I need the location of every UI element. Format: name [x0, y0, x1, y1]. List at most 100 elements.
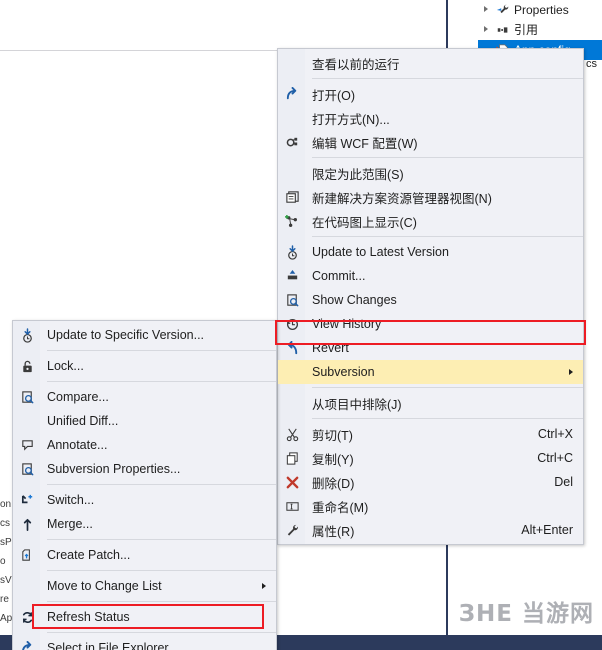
menu-item-label: Commit...: [312, 269, 366, 283]
menu-item-edit-wcf-config[interactable]: 编辑 WCF 配置(W): [278, 130, 583, 154]
switch-icon: [19, 492, 35, 508]
lock-icon: [19, 358, 35, 374]
menu-item-label: 打开(O): [312, 88, 356, 103]
menu-item-label: Update to Latest Version: [312, 245, 449, 259]
menu-item-label: Move to Change List: [47, 579, 162, 593]
file-explorer-icon: [19, 640, 35, 650]
menu-item-label: Create Patch...: [47, 548, 131, 562]
menu-item-label: Show Changes: [312, 293, 397, 307]
menu-item-view-history[interactable]: View History: [278, 312, 583, 336]
menu-separator: [312, 78, 583, 79]
solution-explorer-right-fragment: cs: [586, 58, 597, 70]
edge-fragment: o: [0, 556, 6, 567]
menu-item-label: Revert: [312, 341, 349, 355]
menu-separator: [312, 157, 583, 158]
annotate-icon: [19, 437, 35, 453]
properties-wrench-icon: [284, 522, 300, 538]
menu-item-scope-to-this[interactable]: 限定为此范围(S): [278, 161, 583, 185]
edge-fragment: sP: [0, 537, 12, 548]
menu-item-label: Subversion: [312, 365, 375, 379]
edge-fragment: sV: [0, 575, 12, 586]
subversion-submenu[interactable]: Update to Specific Version... Lock... Co…: [12, 320, 277, 650]
menu-item-label: 新建解决方案资源管理器视图(N): [312, 191, 492, 206]
menu-item-new-solution-explorer-view[interactable]: 新建解决方案资源管理器视图(N): [278, 185, 583, 209]
menu-item-cut[interactable]: 剪切(T) Ctrl+X: [278, 422, 583, 446]
menu-item-open-with[interactable]: 打开方式(N)...: [278, 106, 583, 130]
menu-item-label: Subversion Properties...: [47, 462, 181, 476]
menu-item-label: View History: [312, 317, 382, 331]
menu-item-refresh-status[interactable]: Refresh Status: [13, 605, 276, 629]
menu-item-create-patch[interactable]: Create Patch...: [13, 543, 276, 567]
menu-item-label: 剪切(T): [312, 428, 353, 443]
chevron-right-icon[interactable]: [484, 6, 488, 12]
svn-commit-icon: [284, 268, 300, 284]
references-icon: [496, 23, 510, 37]
menu-item-label: Update to Specific Version...: [47, 328, 205, 342]
sol-label: 引用: [514, 23, 539, 37]
menu-item-shortcut: Alt+Enter: [521, 523, 573, 537]
svn-update-icon: [284, 244, 300, 260]
menu-item-label: Annotate...: [47, 438, 108, 452]
menu-item-label: 编辑 WCF 配置(W): [312, 136, 418, 151]
menu-item-commit[interactable]: Commit...: [278, 264, 583, 288]
menu-separator: [47, 570, 276, 571]
menu-item-shortcut: Ctrl+C: [537, 451, 573, 465]
menu-separator: [47, 632, 276, 633]
create-patch-icon: [19, 547, 35, 563]
menu-item-show-on-code-map[interactable]: 在代码图上显示(C): [278, 209, 583, 233]
menu-item-update-to-specific-version[interactable]: Update to Specific Version...: [13, 323, 276, 347]
copy-icon: [284, 450, 300, 466]
watermark: ЗHE 当游网: [458, 601, 594, 627]
edge-fragment: cs: [0, 518, 10, 529]
menu-item-select-in-file-explorer[interactable]: Select in File Explorer: [13, 636, 276, 650]
menu-item-label: 重命名(M): [312, 500, 369, 515]
chevron-right-icon[interactable]: [484, 26, 488, 32]
menu-item-label: Unified Diff...: [47, 414, 119, 428]
solution-explorer-context-menu[interactable]: 查看以前的运行 打开(O) 打开方式(N)... 编辑 WCF 配置(W) 限定…: [277, 48, 584, 545]
menu-item-label: 从项目中排除(J): [312, 397, 402, 412]
chevron-right-icon: [569, 369, 573, 375]
screen-root: Properties 引用 App.config cs: [0, 0, 602, 650]
menu-item-open[interactable]: 打开(O): [278, 82, 583, 106]
menu-item-delete[interactable]: 删除(D) Del: [278, 470, 583, 494]
menu-item-rename[interactable]: 重命名(M): [278, 494, 583, 518]
menu-item-label: Lock...: [47, 359, 84, 373]
menu-separator: [47, 381, 276, 382]
merge-icon: [19, 516, 35, 532]
cut-icon: [284, 426, 300, 442]
menu-item-subversion-properties[interactable]: Subversion Properties...: [13, 457, 276, 481]
sol-row-references[interactable]: 引用: [478, 20, 602, 40]
menu-item-unified-diff[interactable]: Unified Diff...: [13, 409, 276, 433]
menu-item-update-to-latest-version[interactable]: Update to Latest Version: [278, 240, 583, 264]
menu-item-shortcut: Del: [554, 475, 573, 489]
menu-item-merge[interactable]: Merge...: [13, 512, 276, 536]
edge-fragment: on: [0, 499, 12, 510]
menu-item-switch[interactable]: Switch...: [13, 488, 276, 512]
menu-item-label: 属性(R): [312, 524, 355, 539]
menu-item-compare[interactable]: Compare...: [13, 385, 276, 409]
menu-item-lock[interactable]: Lock...: [13, 354, 276, 378]
sol-label: Properties: [514, 3, 569, 17]
menu-item-annotate[interactable]: Annotate...: [13, 433, 276, 457]
edge-fragment: Ap: [0, 613, 12, 624]
sol-row-properties[interactable]: Properties: [478, 0, 602, 20]
menu-separator: [312, 236, 583, 237]
menu-item-revert[interactable]: Revert: [278, 336, 583, 360]
menu-item-copy[interactable]: 复制(Y) Ctrl+C: [278, 446, 583, 470]
edge-fragment: re: [0, 594, 9, 605]
delete-icon: [284, 474, 300, 490]
menu-item-subversion[interactable]: Subversion: [278, 360, 583, 384]
menu-item-show-changes[interactable]: Show Changes: [278, 288, 583, 312]
menu-item-properties[interactable]: 属性(R) Alt+Enter: [278, 518, 583, 542]
svn-update-specific-icon: [19, 327, 35, 343]
menu-separator: [47, 601, 276, 602]
menu-separator: [312, 418, 583, 419]
menu-item-move-to-change-list[interactable]: Move to Change List: [13, 574, 276, 598]
menu-item-label: 复制(Y): [312, 452, 354, 467]
menu-item-exclude-from-project[interactable]: 从项目中排除(J): [278, 391, 583, 415]
menu-item-view-previous-runs[interactable]: 查看以前的运行: [278, 51, 583, 75]
menu-item-label: 在代码图上显示(C): [312, 215, 417, 230]
menu-separator: [47, 484, 276, 485]
wcf-config-icon: [284, 134, 300, 150]
svn-properties-icon: [19, 461, 35, 477]
